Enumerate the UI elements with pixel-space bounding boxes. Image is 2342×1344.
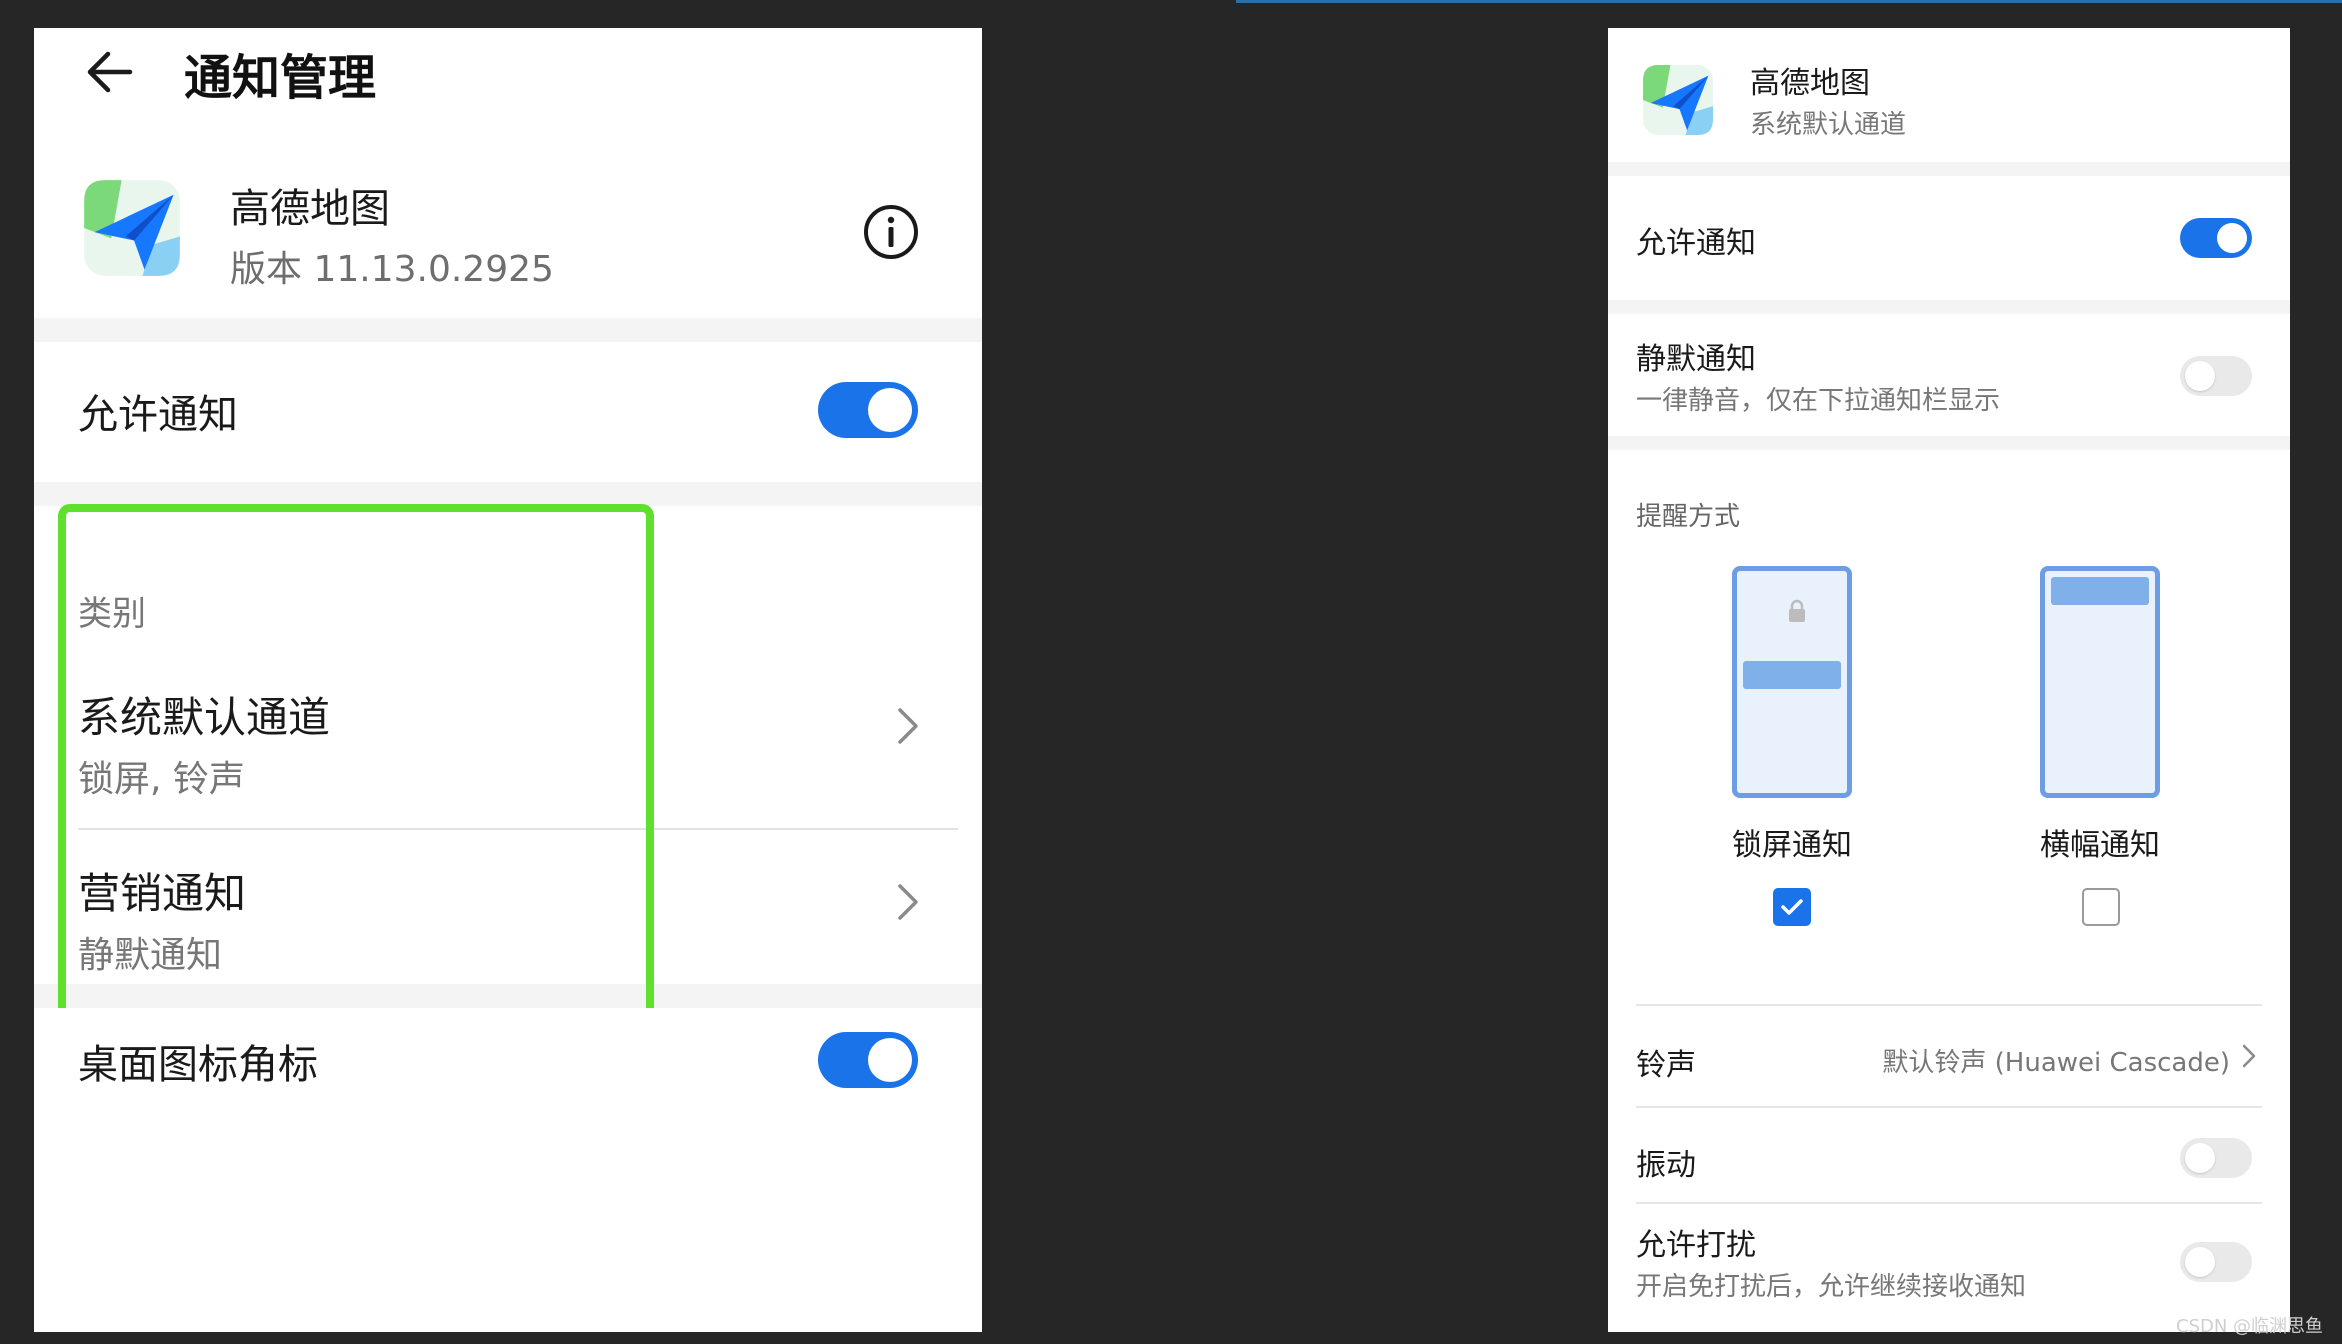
allow-notifications-toggle[interactable] xyxy=(818,382,918,438)
chevron-right-icon xyxy=(2242,1044,2256,1068)
banner-checkbox[interactable] xyxy=(2082,888,2120,926)
remind-heading: 提醒方式 xyxy=(1636,502,1741,532)
vibrate-label: 振动 xyxy=(1636,1148,1696,1183)
notification-bar xyxy=(1743,661,1841,689)
silent-label: 静默通知 xyxy=(1636,342,1756,377)
toggle-knob xyxy=(2185,1143,2215,1173)
watermark-text: CSDN @临渊思鱼 xyxy=(2176,1316,2324,1337)
allow-notifications-row: 允许通知 xyxy=(34,342,982,482)
allow-notifications-toggle[interactable] xyxy=(2180,218,2252,258)
toggle-knob xyxy=(868,1038,912,1082)
lockscreen-option-label: 锁屏通知 xyxy=(1732,828,1852,863)
app-header: 通知管理 高德地图 版本 11.13.0.2925 xyxy=(34,28,982,318)
reminder-settings-section: 提醒方式 锁屏通知 横幅通知 铃声 默认铃声 (Huawei Cascade) … xyxy=(1608,450,2290,1332)
allow-notifications-row: 允许通知 xyxy=(1608,176,2290,300)
toggle-knob xyxy=(2185,361,2215,391)
info-icon[interactable] xyxy=(861,202,921,262)
silent-toggle[interactable] xyxy=(2180,356,2252,396)
channel-settings-panel: 高德地图 系统默认通道 允许通知 静默通知 一律静音，仅在下拉通知栏显示 提醒方… xyxy=(1608,28,2290,1332)
chevron-right-icon xyxy=(898,708,918,744)
toggle-knob xyxy=(2185,1247,2215,1277)
channel-name: 系统默认通道 xyxy=(1750,110,1907,140)
notification-bar xyxy=(2051,577,2149,605)
amap-app-icon xyxy=(1643,65,1713,135)
lock-icon xyxy=(1789,599,1805,622)
app-version: 版本 11.13.0.2925 xyxy=(230,249,554,290)
badge-toggle[interactable] xyxy=(818,1032,918,1088)
toggle-knob xyxy=(2217,223,2247,253)
ringtone-value[interactable]: 默认铃声 (Huawei Cascade) xyxy=(1882,1042,2230,1079)
banner-preview-icon xyxy=(2040,566,2160,798)
divider xyxy=(1636,1202,2262,1204)
app-name: 高德地图 xyxy=(1750,66,1870,101)
check-icon xyxy=(1781,899,1803,915)
dnd-label: 允许打扰 xyxy=(1636,1228,1756,1263)
silent-notification-row: 静默通知 一律静音，仅在下拉通知栏显示 xyxy=(1608,314,2290,436)
lockscreen-preview-icon xyxy=(1732,566,1852,798)
silent-subtitle: 一律静音，仅在下拉通知栏显示 xyxy=(1636,386,2001,416)
vibrate-toggle[interactable] xyxy=(2180,1138,2252,1178)
toggle-knob xyxy=(868,388,912,432)
lockscreen-checkbox[interactable] xyxy=(1773,888,1811,926)
badge-row: 桌面图标角标 xyxy=(34,1008,982,1332)
app-name: 高德地图 xyxy=(230,186,390,232)
divider xyxy=(1636,1004,2262,1006)
dnd-subtitle: 开启免打扰后，允许继续接收通知 xyxy=(1636,1272,2027,1302)
window-top-accent xyxy=(1236,0,2342,3)
dnd-toggle[interactable] xyxy=(2180,1242,2252,1282)
back-arrow-icon[interactable] xyxy=(80,42,140,102)
channel-header: 高德地图 系统默认通道 xyxy=(1608,28,2290,162)
divider xyxy=(1636,1106,2262,1108)
chevron-right-icon xyxy=(898,884,918,920)
ringtone-label: 铃声 xyxy=(1636,1048,1696,1083)
page-title: 通知管理 xyxy=(184,50,377,106)
amap-app-icon xyxy=(84,180,180,276)
highlight-box xyxy=(58,504,654,1040)
allow-notifications-label: 允许通知 xyxy=(78,392,238,438)
notification-management-panel: 通知管理 高德地图 版本 11.13.0.2925 允许通知 类别 系统默认通道… xyxy=(34,28,982,1332)
banner-option-label: 横幅通知 xyxy=(2040,828,2160,863)
badge-label: 桌面图标角标 xyxy=(78,1042,318,1088)
allow-notifications-label: 允许通知 xyxy=(1636,226,1756,261)
